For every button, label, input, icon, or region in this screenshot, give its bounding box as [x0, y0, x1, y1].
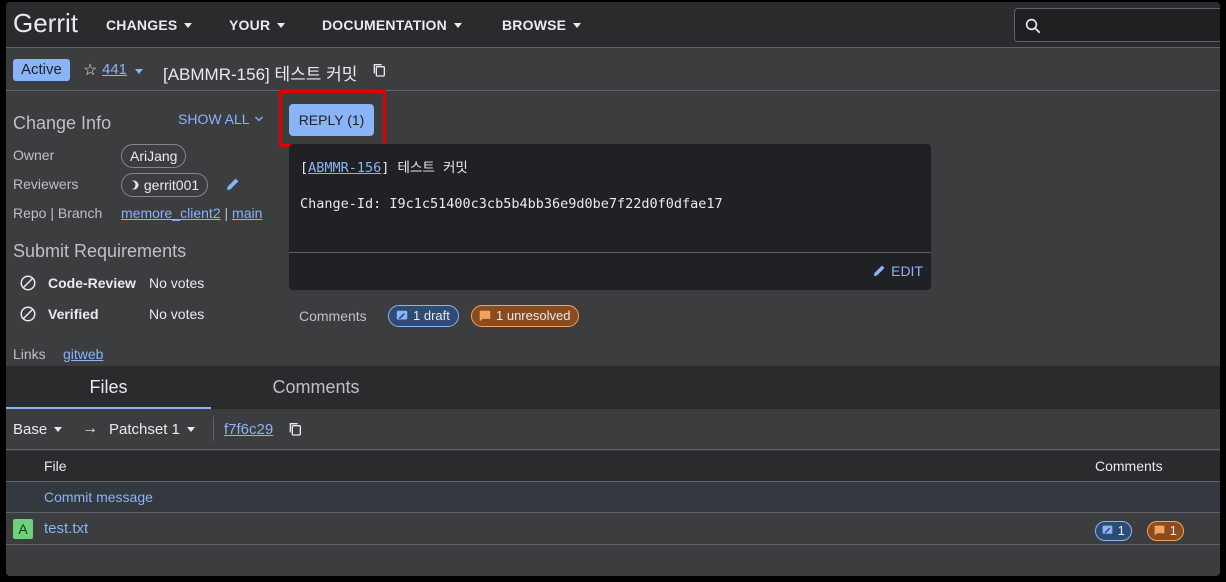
- chevron-down-icon: [277, 23, 286, 28]
- divider: [289, 252, 931, 253]
- requirement-value: No votes: [149, 306, 205, 322]
- requirement-value: No votes: [149, 275, 205, 291]
- status-badge: Active: [13, 59, 70, 81]
- divider: [213, 417, 214, 441]
- chevron-down-icon: [184, 23, 193, 28]
- base-dropdown[interactable]: Base: [13, 421, 63, 438]
- pencil-icon: [874, 265, 885, 277]
- chevron-down-icon: [573, 23, 582, 28]
- file-row[interactable]: A test.txt 1 1: [6, 513, 1220, 545]
- nav-your-menu[interactable]: YOUR: [229, 17, 286, 33]
- column-comments: Comments: [1095, 458, 1163, 474]
- tab-comments[interactable]: Comments: [211, 366, 421, 409]
- commit-message-row[interactable]: Commit message: [6, 482, 1220, 513]
- repo-branch-value: memore_client2 | main: [121, 205, 263, 221]
- ticket-link[interactable]: ABMMR-156: [308, 160, 381, 176]
- patchset-dropdown[interactable]: Patchset 1: [109, 421, 195, 438]
- reviewer-status-icon: [131, 180, 139, 190]
- unresolved-comments-chip[interactable]: 1 unresolved: [471, 305, 580, 327]
- branch-link[interactable]: main: [232, 205, 262, 221]
- requirement-name[interactable]: Code-Review: [48, 275, 136, 291]
- comments-summary-label: Comments: [299, 308, 367, 324]
- added-status-badge: A: [13, 519, 33, 539]
- star-icon[interactable]: ☆: [83, 60, 97, 80]
- nav-browse-menu[interactable]: BROWSE: [502, 17, 582, 33]
- edit-commit-message-button[interactable]: EDIT: [872, 263, 923, 279]
- file-name-link[interactable]: test.txt: [44, 520, 88, 537]
- commit-subject-line: [ABMMR-156] 테스트 커밋: [300, 160, 468, 176]
- copy-icon[interactable]: [371, 62, 387, 78]
- chevron-down-icon: [54, 427, 63, 432]
- gerrit-window: Gerrit CHANGES YOUR DOCUMENTATION BROWSE…: [6, 2, 1220, 576]
- change-number-link[interactable]: 441: [102, 61, 127, 78]
- repo-branch-label: Repo | Branch: [13, 205, 103, 221]
- comment-icon: [1154, 525, 1165, 536]
- reply-button[interactable]: REPLY (1): [289, 104, 374, 136]
- repo-link[interactable]: memore_client2: [121, 205, 221, 221]
- draft-comment-icon: [1102, 525, 1113, 534]
- file-unresolved-chip[interactable]: 1: [1147, 521, 1184, 541]
- reviewer-chip[interactable]: gerrit001: [121, 173, 209, 197]
- chevron-down-icon: [186, 427, 195, 432]
- owner-chip[interactable]: AriJang: [121, 144, 187, 168]
- blocked-icon: [20, 275, 36, 291]
- change-id-line: Change-Id: I9c1c51400c3cb5b4bb36e9d0be7f…: [300, 196, 723, 212]
- reviewers-label: Reviewers: [13, 176, 79, 192]
- change-header: Active ☆ 441 [ABMMR-156] 테스트 커밋: [6, 49, 1220, 91]
- chevron-down-icon: [453, 23, 462, 28]
- nav-changes-menu[interactable]: CHANGES: [106, 17, 193, 33]
- chevron-down-icon: [255, 116, 263, 122]
- commit-sha-link[interactable]: f7f6c29: [224, 421, 273, 438]
- comment-icon: [479, 310, 491, 322]
- copy-icon[interactable]: [287, 421, 303, 437]
- edit-reviewers-icon[interactable]: [225, 176, 241, 192]
- requirement-name[interactable]: Verified: [48, 306, 99, 322]
- column-file: File: [44, 458, 67, 474]
- search-input[interactable]: [1014, 8, 1220, 42]
- blocked-icon: [20, 306, 36, 322]
- links-label: Links: [13, 346, 46, 362]
- tab-bar: Files Comments: [6, 366, 1220, 409]
- commit-message-box: [ABMMR-156] 테스트 커밋 Change-Id: I9c1c51400…: [289, 144, 931, 290]
- chevron-down-icon[interactable]: [135, 69, 143, 74]
- search-icon: [1025, 18, 1041, 34]
- change-subject: [ABMMR-156] 테스트 커밋: [163, 65, 358, 84]
- arrow-right-icon: →: [82, 420, 98, 437]
- patchset-selector-row: Base → Patchset 1 f7f6c29: [6, 409, 1220, 450]
- show-all-button[interactable]: SHOW ALL: [178, 111, 265, 127]
- top-nav-bar: Gerrit CHANGES YOUR DOCUMENTATION BROWSE: [6, 2, 1220, 48]
- draft-comment-icon: [396, 310, 408, 320]
- file-draft-chip[interactable]: 1: [1095, 521, 1132, 541]
- owner-label: Owner: [13, 147, 55, 163]
- gitweb-link[interactable]: gitweb: [63, 346, 103, 362]
- commit-message-link[interactable]: Commit message: [44, 489, 153, 505]
- nav-documentation-menu[interactable]: DOCUMENTATION: [322, 17, 462, 33]
- file-table-header: File Comments: [6, 451, 1220, 482]
- draft-comments-chip[interactable]: 1 draft: [388, 305, 459, 327]
- tab-files[interactable]: Files: [6, 366, 211, 409]
- gerrit-logo[interactable]: Gerrit: [13, 8, 78, 39]
- change-info-title: Change Info: [13, 113, 112, 133]
- submit-requirements-title: Submit Requirements: [13, 241, 187, 261]
